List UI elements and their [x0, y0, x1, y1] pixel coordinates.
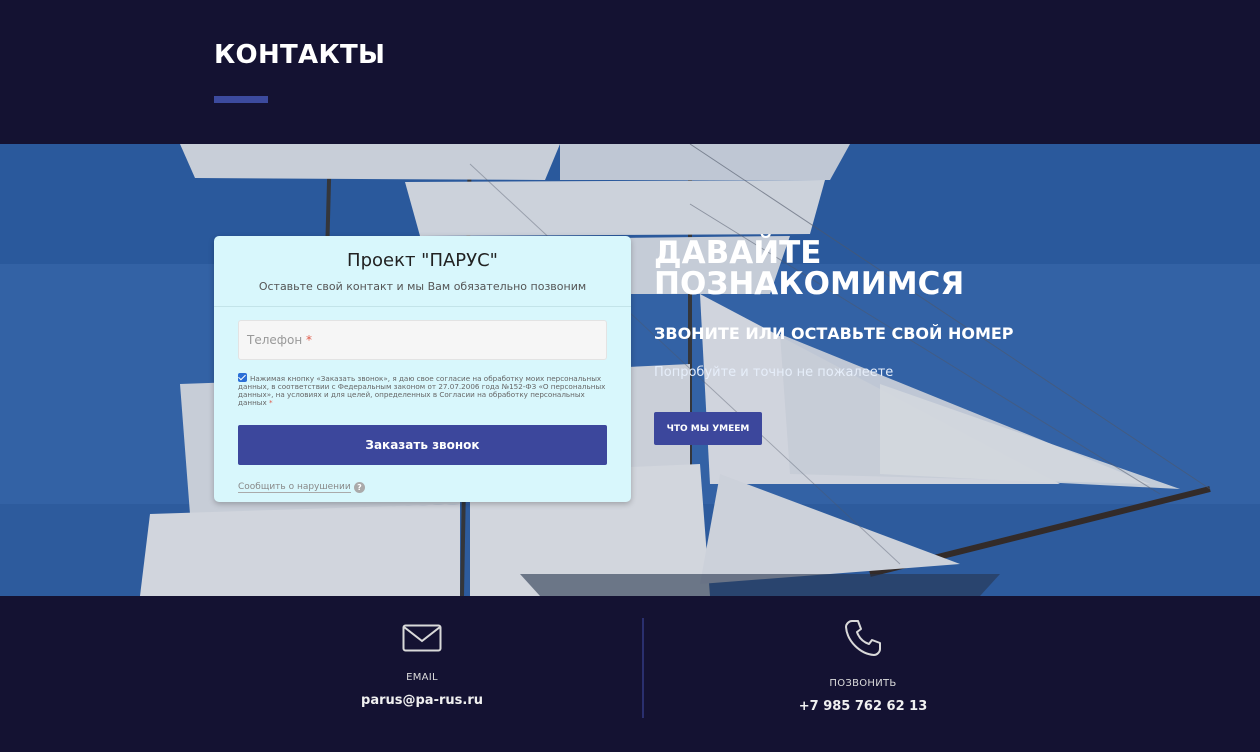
consent-text: Нажимая кнопку «Заказать звонок», я даю … — [238, 374, 606, 407]
form-title: Проект "ПАРУС" — [347, 250, 498, 271]
callback-form: Проект "ПАРУС" Оставьте свой контакт и м… — [214, 236, 631, 502]
form-subtitle: Оставьте свой контакт и мы Вам обязатель… — [258, 280, 587, 293]
hero-subheadline: ЗВОНИТЕ ИЛИ ОСТАВЬТЕ СВОЙ НОМЕР — [654, 324, 1014, 343]
hero-headline: ДАВАЙТЕ ПОЗНАКОМИМСЯ — [654, 235, 965, 302]
envelope-icon — [402, 624, 442, 652]
phone-contact: ПОЗВОНИТЬ +7 985 762 62 13 — [763, 618, 963, 714]
title-underline — [214, 96, 268, 103]
phone-icon — [845, 620, 881, 656]
consent-block: Нажимая кнопку «Заказать звонок», я даю … — [238, 373, 607, 407]
order-call-button[interactable]: Заказать звонок — [238, 425, 607, 465]
required-mark: * — [306, 333, 313, 347]
contacts-footer: EMAIL parus@pa-rus.ru ПОЗВОНИТЬ +7 985 7… — [0, 596, 1260, 752]
footer-divider — [642, 618, 644, 718]
email-contact: EMAIL parus@pa-rus.ru — [322, 624, 522, 708]
what-we-do-button[interactable]: ЧТО МЫ УМЕЕМ — [654, 412, 762, 445]
phone-input[interactable]: Телефон * — [238, 320, 607, 360]
email-value[interactable]: parus@pa-rus.ru — [322, 693, 522, 708]
question-circle-icon[interactable]: ? — [354, 482, 365, 493]
phone-value[interactable]: +7 985 762 62 13 — [763, 699, 963, 714]
section-header: КОНТАКТЫ — [0, 0, 1260, 144]
consent-required-mark: * — [269, 398, 273, 407]
page-title: КОНТАКТЫ — [214, 40, 386, 70]
email-label: EMAIL — [406, 672, 438, 683]
consent-checkbox[interactable] — [238, 373, 247, 382]
hero-tagline: Попробуйте и точно не пожалеете — [654, 365, 894, 380]
form-divider — [214, 306, 631, 307]
phone-placeholder: Телефон — [247, 333, 303, 347]
report-violation-link[interactable]: Сообщить о нарушении — [238, 482, 351, 493]
phone-label: ПОЗВОНИТЬ — [829, 678, 897, 689]
hero-text-block: ДАВАЙТЕ ПОЗНАКОМИМСЯ ЗВОНИТЕ ИЛИ ОСТАВЬТ… — [654, 235, 1014, 445]
